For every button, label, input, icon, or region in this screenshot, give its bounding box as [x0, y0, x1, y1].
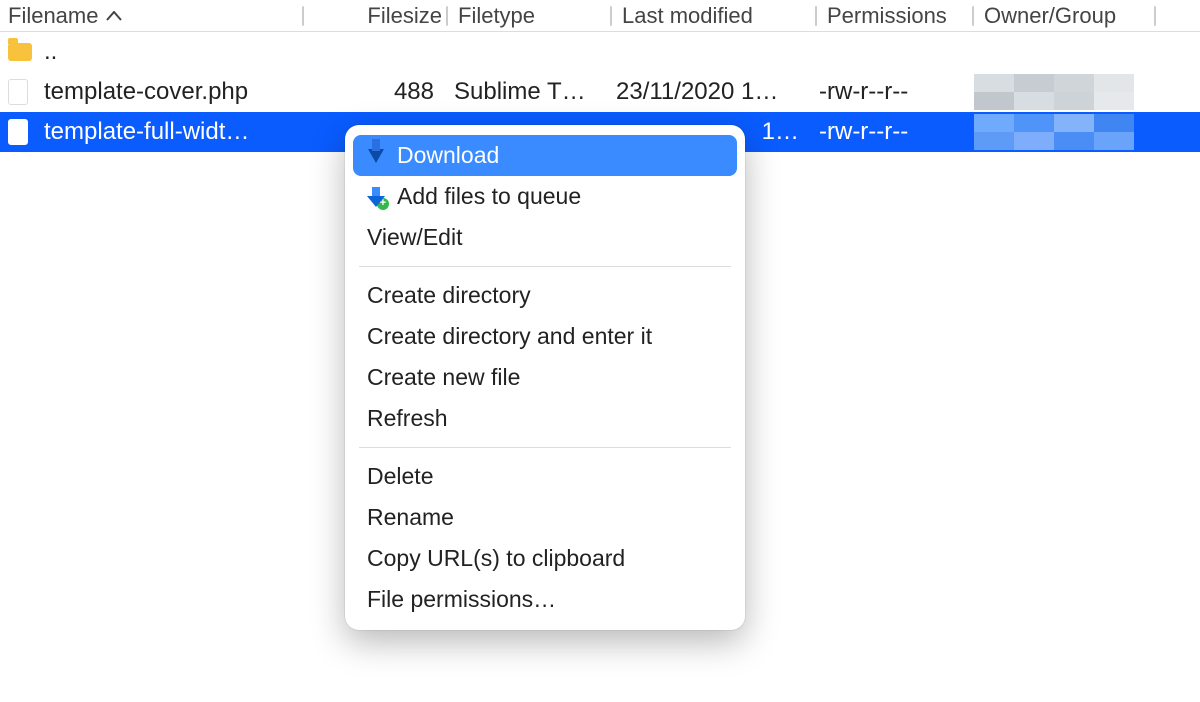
menu-item-rename[interactable]: Rename [353, 497, 737, 538]
menu-label: Download [397, 142, 499, 169]
add-to-queue-icon: + [361, 187, 391, 207]
menu-label: Copy URL(s) to clipboard [367, 545, 625, 572]
redacted-owner [974, 74, 1134, 110]
file-permissions-cell: -rw-r--r-- [809, 112, 964, 152]
file-permissions: -rw-r--r-- [819, 78, 908, 106]
menu-item-file-permissions[interactable]: File permissions… [353, 579, 737, 620]
header-last-modified[interactable]: Last modified [612, 0, 815, 31]
header-filesize[interactable]: Filesize [304, 0, 446, 31]
menu-label: Add files to queue [397, 183, 581, 210]
header-modified-label: Last modified [622, 3, 753, 29]
file-permissions: -rw-r--r-- [819, 118, 908, 146]
header-filetype[interactable]: Filetype [448, 0, 610, 31]
file-modified: 23/11/2020 1… [616, 78, 778, 106]
menu-item-create-directory[interactable]: Create directory [353, 275, 737, 316]
column-divider[interactable] [1154, 6, 1156, 26]
redacted-owner [974, 114, 1134, 150]
menu-item-create-directory-enter[interactable]: Create directory and enter it [353, 316, 737, 357]
file-name: template-cover.php [44, 78, 248, 106]
file-name: template-full-widt… [44, 118, 249, 146]
file-modified-cell: 23/11/2020 1… [606, 72, 809, 112]
file-owner-cell [964, 72, 1144, 112]
header-owner-label: Owner/Group [984, 3, 1116, 29]
menu-label: Rename [367, 504, 454, 531]
file-type-cell: Sublime T… [444, 72, 606, 112]
menu-label: Create new file [367, 364, 520, 391]
parent-directory-row[interactable]: .. [0, 32, 1200, 72]
file-icon [0, 79, 34, 105]
header-filesize-label: Filesize [367, 3, 442, 29]
menu-item-delete[interactable]: Delete [353, 456, 737, 497]
menu-item-refresh[interactable]: Refresh [353, 398, 737, 439]
sort-ascending-icon [106, 11, 122, 21]
menu-label: Delete [367, 463, 433, 490]
header-filetype-label: Filetype [458, 3, 535, 29]
header-owner-group[interactable]: Owner/Group [974, 0, 1154, 31]
header-filename-label: Filename [8, 3, 98, 29]
file-owner-cell [964, 112, 1144, 152]
menu-label: File permissions… [367, 586, 556, 613]
file-name-cell: template-full-widt… [34, 112, 302, 152]
menu-item-view-edit[interactable]: View/Edit [353, 217, 737, 258]
menu-item-create-new-file[interactable]: Create new file [353, 357, 737, 398]
menu-separator [359, 447, 731, 448]
file-type: Sublime T… [454, 78, 586, 106]
column-header-row: Filename Filesize Filetype Last modified… [0, 0, 1200, 32]
file-modified: 1… [762, 118, 799, 146]
file-icon [0, 119, 34, 145]
header-filename[interactable]: Filename [0, 0, 302, 31]
folder-icon [0, 43, 34, 61]
menu-label: View/Edit [367, 224, 462, 251]
menu-label: Create directory and enter it [367, 323, 652, 350]
context-menu: Download + Add files to queue View/Edit … [345, 125, 745, 630]
file-permissions-cell: -rw-r--r-- [809, 72, 964, 112]
download-icon [361, 149, 391, 163]
menu-separator [359, 266, 731, 267]
file-name-cell: template-cover.php [34, 72, 302, 112]
header-permissions-label: Permissions [827, 3, 947, 29]
file-row[interactable]: template-cover.php 488 Sublime T… 23/11/… [0, 72, 1200, 112]
file-size-cell: 488 [302, 72, 444, 112]
menu-item-download[interactable]: Download [353, 135, 737, 176]
file-name-cell: .. [34, 32, 302, 72]
file-size: 488 [394, 78, 434, 106]
menu-label: Refresh [367, 405, 448, 432]
file-name: .. [44, 38, 57, 66]
menu-label: Create directory [367, 282, 531, 309]
menu-item-add-to-queue[interactable]: + Add files to queue [353, 176, 737, 217]
header-permissions[interactable]: Permissions [817, 0, 972, 31]
menu-item-copy-url[interactable]: Copy URL(s) to clipboard [353, 538, 737, 579]
